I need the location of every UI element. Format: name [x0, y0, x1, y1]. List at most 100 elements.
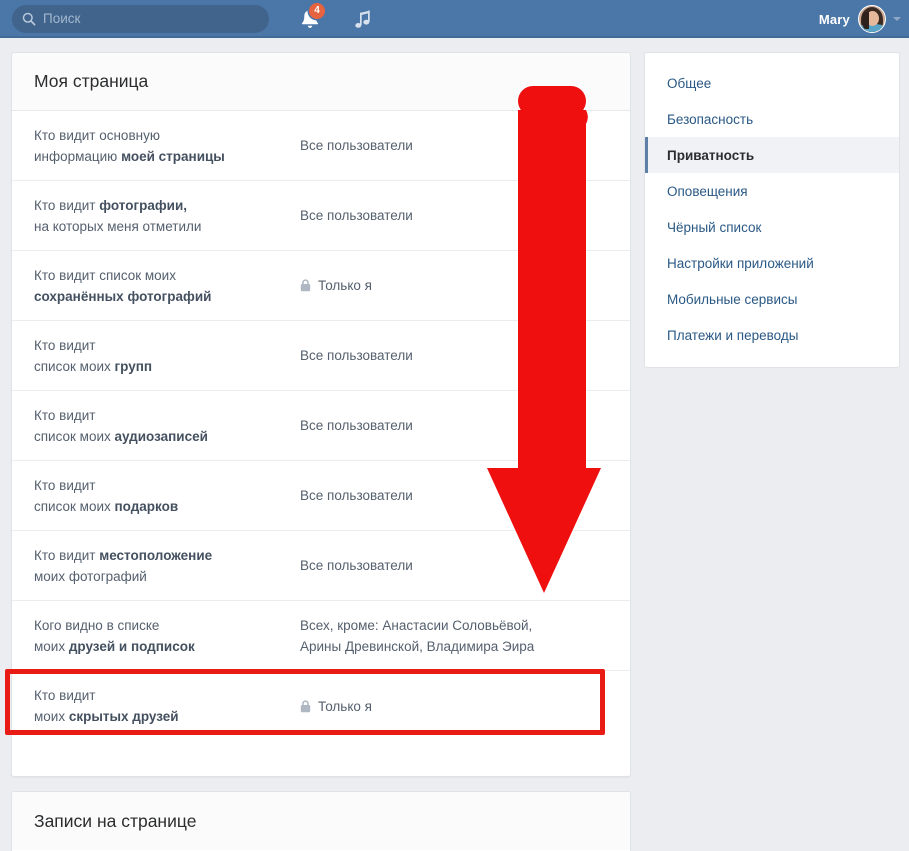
value-text: Все пользователи — [300, 485, 413, 506]
label-line-2: сохранённых фотографий — [34, 288, 212, 304]
label-line-2: моих фотографий — [34, 568, 147, 584]
search-icon — [22, 12, 36, 26]
sidebar-item-7[interactable]: Платежи и переводы — [645, 317, 899, 353]
sidebar-item-label: Приватность — [667, 147, 755, 163]
sidebar-item-label: Оповещения — [667, 183, 748, 199]
sidebar-item-6[interactable]: Мобильные сервисы — [645, 281, 899, 317]
sidebar-item-4[interactable]: Чёрный список — [645, 209, 899, 245]
lock-icon — [300, 699, 311, 712]
value-line-1: Только я — [318, 698, 372, 714]
label-line-1: Кто видит — [34, 337, 96, 353]
settings-row-value[interactable]: Всех, кроме: Анастасии Соловьёвой, Арины … — [300, 615, 630, 657]
label-line-2: список моих аудиозаписей — [34, 428, 208, 444]
value-line-1: Все пользователи — [300, 138, 413, 153]
user-name-label: Mary — [818, 11, 850, 27]
sidebar-item-label: Мобильные сервисы — [667, 291, 798, 307]
search-input[interactable] — [43, 10, 243, 28]
settings-row-label: Кто видит местоположение моих фотографий — [12, 545, 300, 587]
card-header: Моя страница — [12, 53, 630, 111]
label-line-2: на которых меня отметили — [34, 218, 202, 234]
settings-row-value[interactable]: Все пользователи — [300, 485, 630, 506]
sidebar-item-label: Настройки приложений — [667, 255, 814, 271]
settings-row[interactable]: Кто видит местоположение моих фотографий В… — [12, 531, 630, 601]
settings-row-label: Кого видно в списке моих друзей и подписо… — [12, 615, 300, 657]
posts-settings-card: Записи на странице — [11, 791, 631, 851]
value-line-1: Все пользователи — [300, 488, 413, 503]
top-navigation-bar: 4 Mary — [0, 0, 909, 38]
settings-row-label: Кто видит основную информацию моей страни… — [12, 125, 300, 167]
settings-row-value[interactable]: Все пользователи — [300, 345, 630, 366]
settings-row[interactable]: Кто видит список моих аудиозаписей Все пол… — [12, 391, 630, 461]
settings-row-value[interactable]: Все пользователи — [300, 205, 630, 226]
notification-badge: 4 — [309, 3, 325, 19]
settings-row-label: Кто видит список моих сохранённых фотогра… — [12, 265, 300, 307]
label-line-1: Кто видит основную — [34, 127, 160, 143]
label-line-1: Кого видно в списке — [34, 617, 160, 633]
settings-row-value[interactable]: Только я — [300, 696, 630, 717]
sidebar-item-2[interactable]: Приватность — [645, 137, 899, 173]
settings-row-list: Кто видит основную информацию моей страни… — [12, 111, 630, 741]
value-line-1: Все пользователи — [300, 208, 413, 223]
settings-row-label: Кто видит моих скрытых друзей — [12, 685, 300, 727]
notifications-button[interactable]: 4 — [295, 3, 325, 34]
value-text: Все пользователи — [300, 345, 413, 366]
settings-row-value[interactable]: Все пользователи — [300, 415, 630, 436]
label-line-2: список моих групп — [34, 358, 153, 374]
label-line-1: Кто видит — [34, 688, 96, 703]
card-header-posts: Записи на странице — [12, 792, 630, 850]
value-line-1: Все пользователи — [300, 418, 413, 433]
value-text: Все пользователи — [300, 415, 413, 436]
value-text: Только я — [318, 275, 372, 296]
settings-row-value[interactable]: Все пользователи — [300, 555, 630, 576]
settings-sidebar: Общее Безопасность Приватность Оповещения Чё… — [644, 52, 900, 368]
music-note-icon — [355, 10, 370, 28]
posts-section-title: Записи на странице — [34, 810, 197, 831]
settings-row[interactable]: Кто видит основную информацию моей страни… — [12, 111, 630, 181]
settings-row[interactable]: Кто видит моих скрытых друзей Только я — [12, 671, 630, 741]
page-title: Моя страница — [34, 71, 149, 91]
label-line-1: Кто видит фотографии, — [34, 197, 187, 213]
sidebar-item-label: Чёрный список — [667, 219, 762, 235]
sidebar-item-3[interactable]: Оповещения — [645, 173, 899, 209]
chevron-down-icon[interactable] — [893, 17, 901, 21]
avatar[interactable] — [858, 5, 886, 33]
value-text: Всех, кроме: Анастасии Соловьёвой, Арины … — [300, 615, 534, 657]
sidebar-item-label: Общее — [667, 75, 712, 91]
value-text: Все пользователи — [300, 205, 413, 226]
sidebar-item-1[interactable]: Безопасность — [645, 101, 899, 137]
settings-row-value[interactable]: Только я — [300, 275, 630, 296]
sidebar-item-label: Платежи и переводы — [667, 327, 799, 343]
settings-row[interactable]: Кто видит список моих подарков Все пользов… — [12, 461, 630, 531]
sidebar-item-5[interactable]: Настройки приложений — [645, 245, 899, 281]
settings-row[interactable]: Кто видит фотографии, на которых меня отм… — [12, 181, 630, 251]
lock-icon — [300, 279, 311, 292]
page-content: Моя страница Кто видит основную информаци… — [0, 38, 909, 851]
value-text: Только я — [318, 696, 372, 717]
sidebar-item-0[interactable]: Общее — [645, 65, 899, 101]
value-line-1: Все пользователи — [300, 558, 413, 573]
sidebar-item-label: Безопасность — [667, 111, 754, 127]
value-line-2: Арины Древинской, Владимира Эира — [300, 638, 535, 654]
settings-row-label: Кто видит список моих групп — [12, 335, 300, 377]
settings-row-label: Кто видит список моих аудиозаписей — [12, 405, 300, 447]
value-line-1: Всех, кроме: Анастасии Соловьёвой, — [300, 617, 533, 633]
label-line-2: моих скрытых друзей — [34, 709, 179, 724]
label-line-1: Кто видит — [34, 477, 96, 493]
label-line-2: информацию моей страницы — [34, 148, 225, 164]
label-line-1: Кто видит местоположение — [34, 547, 213, 563]
privacy-settings-card: Моя страница Кто видит основную информаци… — [11, 52, 631, 777]
settings-row-value[interactable]: Все пользователи — [300, 135, 630, 156]
value-line-1: Все пользователи — [300, 348, 413, 363]
value-text: Все пользователи — [300, 555, 413, 576]
value-line-1: Только я — [318, 278, 372, 293]
label-line-1: Кто видит — [34, 407, 96, 423]
settings-row[interactable]: Кого видно в списке моих друзей и подписо… — [12, 601, 630, 671]
user-menu[interactable]: Mary — [819, 0, 901, 38]
label-line-2: список моих подарков — [34, 498, 179, 514]
music-button[interactable] — [350, 7, 376, 33]
settings-row-label: Кто видит фотографии, на которых меня отм… — [12, 195, 300, 237]
search-box[interactable] — [12, 5, 269, 33]
settings-row[interactable]: Кто видит список моих сохранённых фотогра… — [12, 251, 630, 321]
settings-row[interactable]: Кто видит список моих групп Все пользовате… — [12, 321, 630, 391]
label-line-1: Кто видит список моих — [34, 267, 176, 283]
